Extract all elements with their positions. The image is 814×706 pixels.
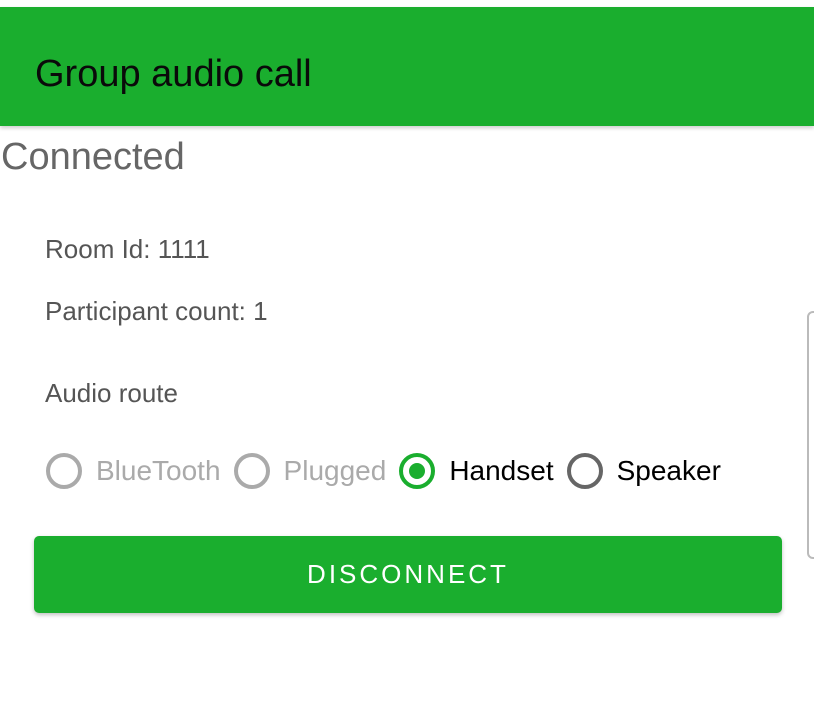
participant-count: Participant count: 1 [45,296,268,326]
connection-status: Connected [1,136,185,178]
side-panel-edge [807,311,814,559]
radio-plugged[interactable]: Plugged [233,453,387,489]
radio-label: Handset [449,455,554,486]
radio-label: Plugged [283,455,387,486]
radio-handset[interactable]: Handset [399,453,554,489]
radio-speaker[interactable]: Speaker [566,453,721,489]
radio-circle-icon [233,453,270,489]
room-id: Room Id: 1111 [45,234,210,264]
audio-route-label: Audio route [45,378,178,408]
radio-circle-icon [566,453,603,489]
audio-route-group: BlueTooth Plugged Handset Speaker [46,453,734,489]
radio-circle-icon [46,453,82,489]
app-bar: Group audio call [0,7,814,126]
radio-checked-icon [399,453,436,489]
radio-label: Speaker [616,455,721,486]
disconnect-button[interactable]: DISCONNECT [34,536,782,613]
app-title: Group audio call [35,53,312,95]
radio-label: BlueTooth [96,455,221,486]
radio-bluetooth[interactable]: BlueTooth [46,453,221,489]
